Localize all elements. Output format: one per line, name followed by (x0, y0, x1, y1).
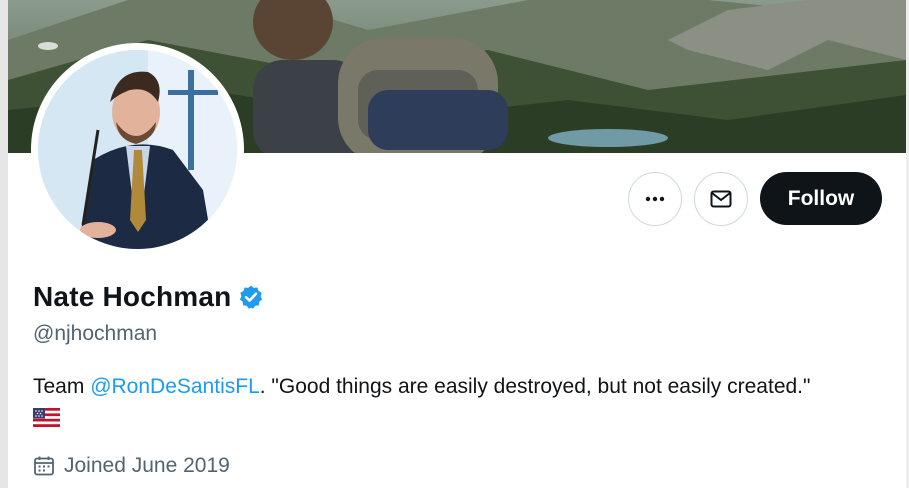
bio-mention-link[interactable]: @RonDeSantisFL (90, 375, 260, 398)
left-page-edge (0, 0, 8, 488)
envelope-icon (710, 190, 732, 208)
profile-handle: @njhochman (33, 322, 158, 345)
calendar-icon (34, 456, 54, 476)
verified-badge-icon[interactable] (238, 284, 264, 310)
profile-name-row: Nate Hochman (33, 281, 264, 313)
message-button[interactable] (694, 172, 748, 226)
profile-name: Nate Hochman (33, 281, 232, 312)
bio-text-suffix: . "Good things are easily destroyed, but… (259, 375, 811, 398)
avatar[interactable] (38, 50, 237, 249)
joined-date-row: Joined June 2019 (33, 454, 230, 478)
us-flag-icon (33, 408, 60, 427)
joined-date-label: Joined June 2019 (64, 454, 230, 477)
follow-button[interactable]: Follow (760, 172, 882, 225)
bio-text-prefix: Team (33, 375, 91, 398)
more-options-button[interactable] (628, 172, 682, 226)
profile-bio: Team @RonDeSantisFL. "Good things are ea… (33, 375, 810, 399)
more-horizontal-icon (645, 196, 665, 202)
